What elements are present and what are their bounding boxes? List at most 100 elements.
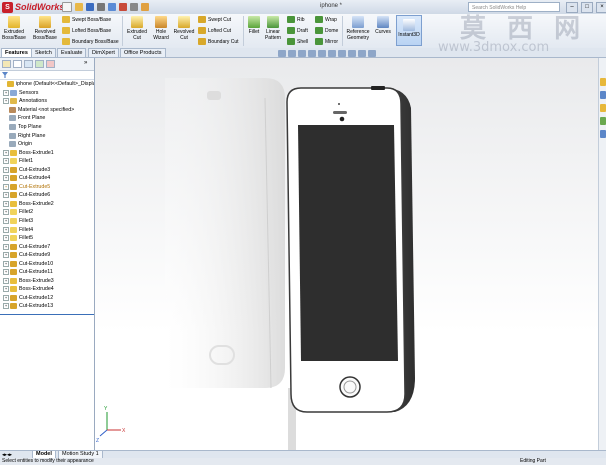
- tree-item[interactable]: + Fillet1: [0, 157, 94, 166]
- display-manager-tab-icon[interactable]: [46, 60, 55, 68]
- design-library-icon[interactable]: [600, 91, 606, 99]
- expand-toggle-icon[interactable]: +: [3, 98, 9, 105]
- mirror-button[interactable]: Mirror: [315, 38, 338, 45]
- hide-show-items-icon[interactable]: [338, 50, 346, 57]
- tree-item[interactable]: + Boss-Extrude4: [0, 285, 94, 294]
- display-style-icon[interactable]: [328, 50, 336, 57]
- tree-item[interactable]: + Fillet5: [0, 234, 94, 243]
- open-folder-icon[interactable]: [75, 3, 83, 11]
- lofted-boss-button[interactable]: Lofted Boss/Base: [62, 27, 111, 34]
- tree-item[interactable]: + Boss-Extrude1: [0, 148, 94, 157]
- shell-button[interactable]: Shell: [287, 38, 308, 45]
- tree-item[interactable]: Material <not specified>: [0, 106, 94, 115]
- instant3d-button[interactable]: Instant3D: [396, 15, 422, 46]
- fillet-button[interactable]: Fillet: [247, 16, 261, 35]
- swept-boss-button[interactable]: Swept Boss/Base: [62, 16, 111, 23]
- expand-toggle-icon[interactable]: +: [3, 200, 9, 207]
- revolved-cut-button[interactable]: Revolved Cut: [173, 16, 195, 41]
- expand-toggle-icon[interactable]: +: [3, 286, 9, 293]
- extruded-boss-button[interactable]: Extruded Boss/Base: [2, 16, 26, 41]
- filter-icon[interactable]: [2, 72, 8, 78]
- zoom-to-fit-icon[interactable]: [278, 50, 286, 57]
- expand-toggle-icon[interactable]: +: [3, 192, 9, 199]
- expand-toggle-icon[interactable]: +: [3, 243, 9, 250]
- property-manager-tab-icon[interactable]: [13, 60, 22, 68]
- tree-item[interactable]: + Sensors: [0, 89, 94, 98]
- previous-view-icon[interactable]: [298, 50, 306, 57]
- tab-features[interactable]: Features: [1, 48, 32, 57]
- file-explorer-icon[interactable]: [600, 104, 606, 112]
- boundary-boss-button[interactable]: Boundary Boss/Base: [62, 38, 119, 45]
- extruded-cut-button[interactable]: Extruded Cut: [126, 16, 148, 41]
- rebuild-icon[interactable]: [119, 3, 127, 11]
- zoom-area-icon[interactable]: [288, 50, 296, 57]
- select-icon[interactable]: [130, 3, 138, 11]
- wrap-button[interactable]: Wrap: [315, 16, 337, 23]
- expand-toggle-icon[interactable]: +: [3, 89, 9, 96]
- configuration-manager-tab-icon[interactable]: [24, 60, 33, 68]
- tree-item[interactable]: Origin: [0, 140, 94, 149]
- solidworks-resources-icon[interactable]: [600, 78, 606, 86]
- expand-toggle-icon[interactable]: +: [3, 235, 9, 242]
- dome-button[interactable]: Dome: [315, 27, 338, 34]
- tree-item[interactable]: + Cut-Extrude11: [0, 268, 94, 277]
- hole-wizard-button[interactable]: Hole Wizard: [151, 16, 171, 41]
- tab-sketch[interactable]: Sketch: [31, 48, 56, 57]
- expand-toggle-icon[interactable]: +: [3, 166, 9, 173]
- curves-button[interactable]: Curves: [374, 16, 392, 35]
- new-document-icon[interactable]: [62, 2, 72, 12]
- expand-toggle-icon[interactable]: +: [3, 226, 9, 233]
- tree-item[interactable]: Top Plane: [0, 123, 94, 132]
- tree-item[interactable]: + Fillet2: [0, 208, 94, 217]
- tree-item[interactable]: + Cut-Extrude6: [0, 191, 94, 200]
- boundary-cut-button[interactable]: Boundary Cut: [198, 38, 239, 45]
- appearances-icon[interactable]: [600, 130, 606, 138]
- tree-item[interactable]: + Fillet3: [0, 217, 94, 226]
- undo-icon[interactable]: [108, 3, 116, 11]
- tree-item[interactable]: Right Plane: [0, 131, 94, 140]
- tree-item[interactable]: + Fillet4: [0, 225, 94, 234]
- tree-root-part[interactable]: iphone (Default<<Default>_Display State …: [0, 80, 94, 89]
- expand-toggle-icon[interactable]: +: [3, 252, 9, 259]
- rollback-bar[interactable]: [0, 314, 94, 315]
- expand-toggle-icon[interactable]: +: [3, 269, 9, 276]
- panel-expand-icon[interactable]: »: [84, 60, 92, 68]
- tree-item[interactable]: + Cut-Extrude13: [0, 302, 94, 311]
- tree-item[interactable]: + Cut-Extrude10: [0, 259, 94, 268]
- linear-pattern-button[interactable]: Linear Pattern: [263, 16, 283, 41]
- feature-manager-tab-icon[interactable]: [2, 60, 11, 68]
- expand-toggle-icon[interactable]: +: [3, 149, 9, 156]
- view-orientation-icon[interactable]: [318, 50, 326, 57]
- tab-dimxpert[interactable]: DimXpert: [88, 48, 119, 57]
- expand-toggle-icon[interactable]: +: [3, 218, 9, 225]
- tree-item[interactable]: + Cut-Extrude3: [0, 165, 94, 174]
- swept-cut-button[interactable]: Swept Cut: [198, 16, 231, 23]
- save-icon[interactable]: [86, 3, 94, 11]
- tree-item[interactable]: + Boss-Extrude2: [0, 200, 94, 209]
- section-view-icon[interactable]: [308, 50, 316, 57]
- options-icon[interactable]: [141, 3, 149, 11]
- draft-button[interactable]: Draft: [287, 27, 308, 34]
- expand-toggle-icon[interactable]: +: [3, 183, 9, 190]
- tree-item[interactable]: Front Plane: [0, 114, 94, 123]
- rib-button[interactable]: Rib: [287, 16, 305, 23]
- expand-toggle-icon[interactable]: +: [3, 158, 9, 165]
- close-button[interactable]: ×: [596, 2, 606, 13]
- expand-toggle-icon[interactable]: +: [3, 209, 9, 216]
- tree-item[interactable]: + Boss-Extrude3: [0, 277, 94, 286]
- view-palette-icon[interactable]: [600, 117, 606, 125]
- tab-evaluate[interactable]: Evaluate: [57, 48, 87, 57]
- reference-geometry-button[interactable]: Reference Geometry: [345, 16, 371, 41]
- print-icon[interactable]: [97, 3, 105, 11]
- expand-toggle-icon[interactable]: +: [3, 260, 9, 267]
- edit-appearance-icon[interactable]: [348, 50, 356, 57]
- view-settings-icon[interactable]: [368, 50, 376, 57]
- tree-item[interactable]: + Cut-Extrude4: [0, 174, 94, 183]
- revolved-boss-button[interactable]: Revolved Boss/Base: [33, 16, 57, 41]
- apply-scene-icon[interactable]: [358, 50, 366, 57]
- tree-item[interactable]: + Cut-Extrude5: [0, 183, 94, 192]
- app-logo[interactable]: S SolidWorks: [2, 1, 64, 13]
- tree-item[interactable]: + Cut-Extrude9: [0, 251, 94, 260]
- lofted-cut-button[interactable]: Lofted Cut: [198, 27, 231, 34]
- tree-item[interactable]: + Annotations: [0, 97, 94, 106]
